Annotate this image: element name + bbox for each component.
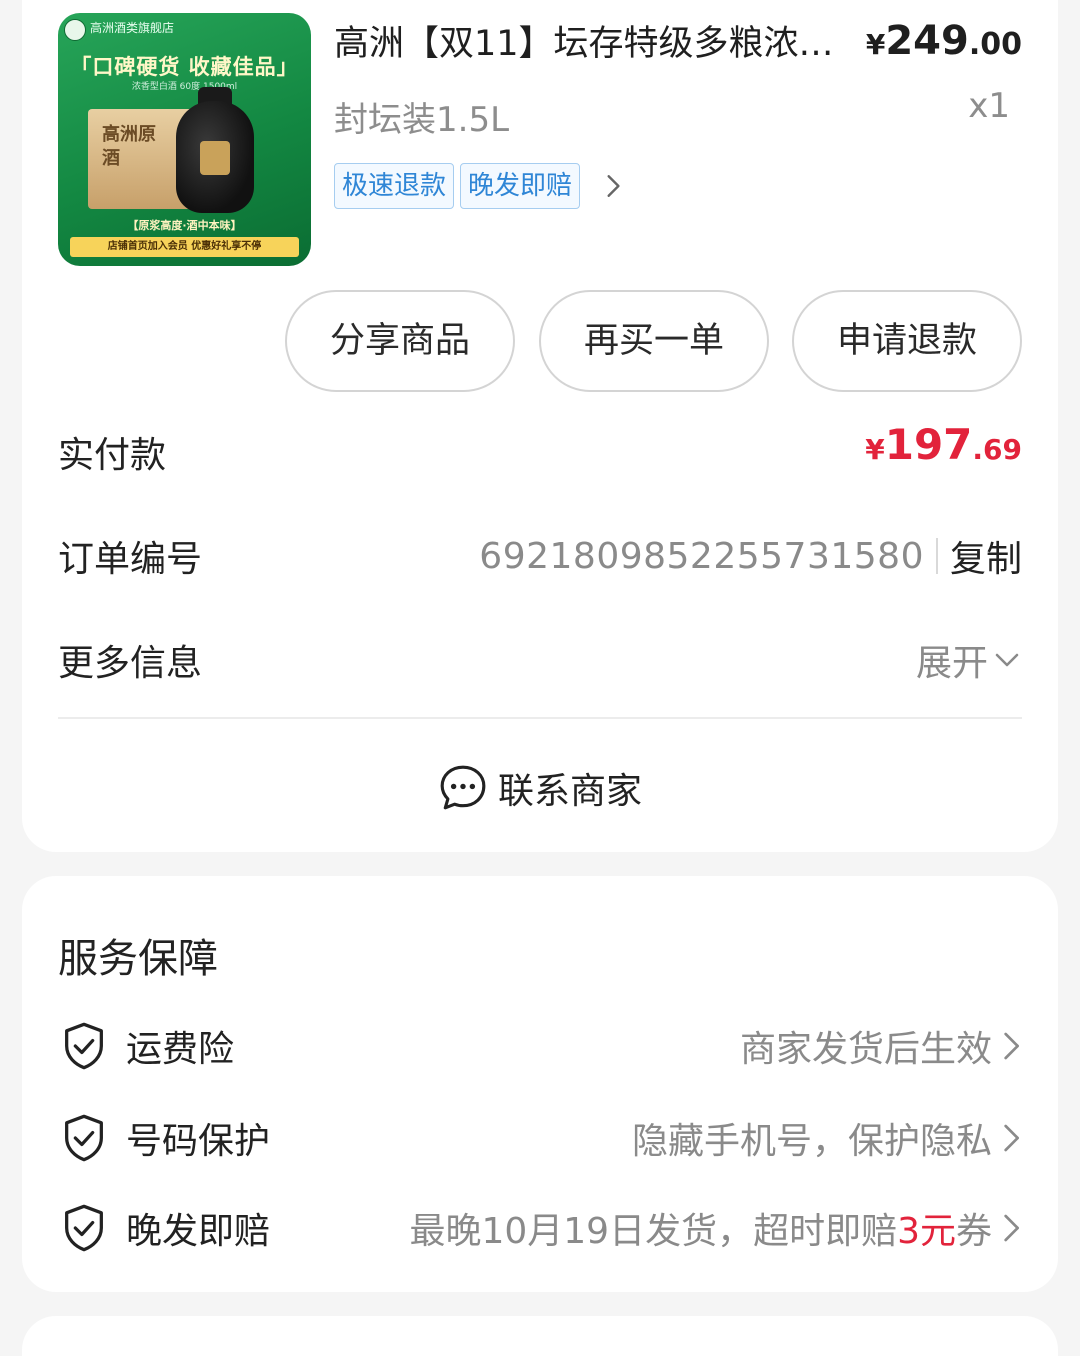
price-decimal: .00 <box>968 27 1022 62</box>
brand-logo-icon <box>64 19 86 41</box>
service-guarantee-card: 服务保障 运费险 商家发货后生效 号码保护 隐藏手机号，保护隐私 晚发即赔 最晚… <box>22 876 1058 1292</box>
product-title[interactable]: 高洲【双11】坛存特级多粮浓香型白酒 <box>334 20 834 68</box>
unit-price: ¥249.00 <box>866 18 1022 64</box>
chevron-right-icon[interactable] <box>600 173 626 199</box>
service-tag-late-compensation: 晚发即赔 <box>460 163 581 209</box>
service-tags[interactable]: 极速退款 晚发即赔 <box>334 163 626 209</box>
thumb-subtitle: 浓香型白酒 60度 1500ml <box>131 82 238 92</box>
contact-merchant-button[interactable]: 联系商家 <box>22 762 1058 814</box>
desc-prefix: 最晚10月19日发货，超时即赔 <box>409 1211 898 1252</box>
thumb-member-banner: 店铺首页加入会员 优惠好礼享不停 <box>70 237 299 257</box>
shield-check-icon <box>65 1022 103 1070</box>
product-thumbnail[interactable]: 高洲酒类旗舰店 「口碑硬货 收藏佳品」 浓香型白酒 60度 1500ml 高洲原… <box>58 13 311 266</box>
jar-label-image <box>200 141 230 175</box>
thumb-box-text: 高洲原酒 <box>102 124 156 169</box>
thumb-slogan: 「口碑硬货 收藏佳品」 <box>70 54 299 79</box>
product-quantity: x1 <box>968 86 1010 126</box>
paid-integer: 197 <box>884 420 973 469</box>
order-number-row: 6921809852255731580 复制 <box>479 530 1022 582</box>
paid-currency: ¥ <box>865 433 885 466</box>
price-currency: ¥ <box>865 28 886 61</box>
service-row-number-protection[interactable]: 号码保护 隐藏手机号，保护隐私 <box>58 1108 1022 1168</box>
buy-again-button[interactable]: 再买一单 <box>539 290 769 392</box>
copy-button[interactable]: 复制 <box>950 530 1022 582</box>
section-title: 服务保障 <box>58 936 218 982</box>
service-name: 晚发即赔 <box>126 1211 271 1252</box>
service-name: 号码保护 <box>126 1121 271 1162</box>
chat-bubble-icon <box>440 765 486 810</box>
share-product-button[interactable]: 分享商品 <box>285 290 515 392</box>
chevron-right-icon <box>1004 1124 1020 1152</box>
order-number-label: 订单编号 <box>58 539 203 580</box>
product-spec: 封坛装1.5L <box>334 100 510 140</box>
service-description: 隐藏手机号，保护隐私 <box>631 1121 992 1162</box>
service-tag-fast-refund: 极速退款 <box>334 163 455 209</box>
section-divider <box>58 717 1022 719</box>
service-row-late-compensation[interactable]: 晚发即赔 最晚10月19日发货，超时即赔3元券 <box>58 1198 1022 1258</box>
service-description: 商家发货后生效 <box>739 1029 992 1070</box>
service-description: 最晚10月19日发货，超时即赔3元券 <box>409 1202 992 1254</box>
chevron-right-icon <box>1004 1032 1020 1060</box>
expand-toggle[interactable]: 展开 <box>916 634 1022 686</box>
order-card: 高洲酒类旗舰店 「口碑硬货 收藏佳品」 浓香型白酒 60度 1500ml 高洲原… <box>22 0 1058 852</box>
expand-label: 展开 <box>915 643 988 684</box>
next-card-edge <box>22 1316 1058 1356</box>
price-integer: 249 <box>885 18 969 64</box>
chevron-down-icon <box>995 653 1019 667</box>
desc-suffix: 券 <box>955 1211 992 1252</box>
compensation-amount: 3元 <box>897 1211 956 1252</box>
more-info-label: 更多信息 <box>58 643 203 684</box>
service-name: 运费险 <box>126 1029 235 1070</box>
paid-amount: ¥197.69 <box>865 420 1022 469</box>
thumb-tagline: 【原浆高度·酒中本味】 <box>127 219 242 232</box>
paid-decimal: .69 <box>972 433 1022 466</box>
thumb-brand: 高洲酒类旗舰店 <box>90 21 175 35</box>
divider <box>935 538 938 574</box>
order-number: 6921809852255731580 <box>479 535 924 577</box>
contact-merchant-label: 联系商家 <box>497 771 642 812</box>
request-refund-button[interactable]: 申请退款 <box>792 290 1022 392</box>
shield-check-icon <box>65 1204 103 1252</box>
service-row-shipping-insurance[interactable]: 运费险 商家发货后生效 <box>58 1016 1022 1076</box>
shield-check-icon <box>65 1114 103 1162</box>
chevron-right-icon <box>1004 1214 1020 1242</box>
paid-amount-label: 实付款 <box>58 435 167 476</box>
